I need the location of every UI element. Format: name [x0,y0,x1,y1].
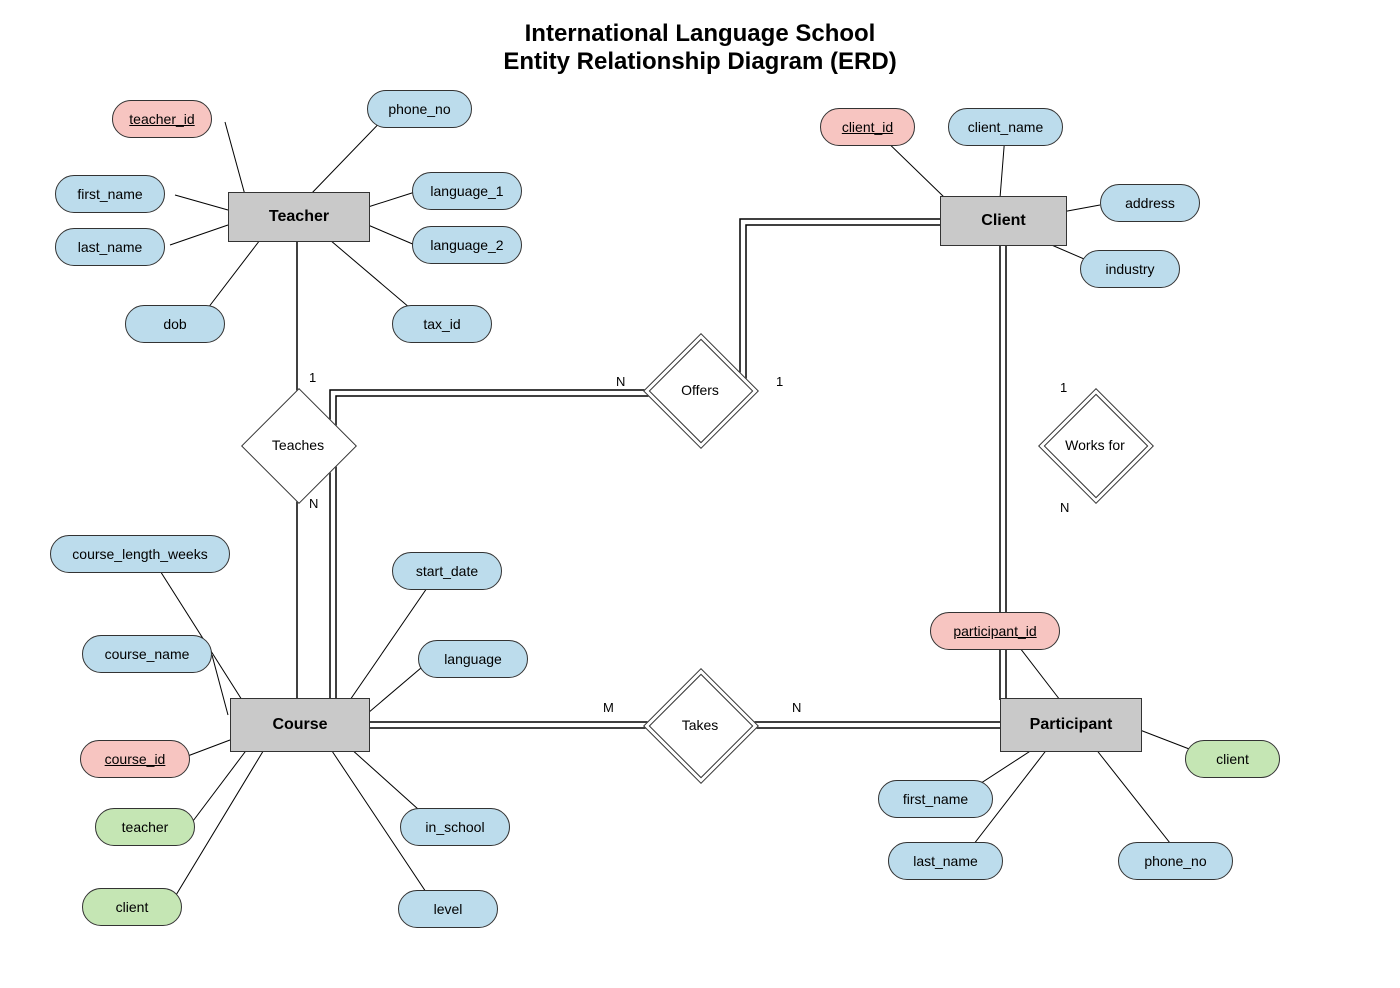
attr-teacher-phone-no: phone_no [367,90,472,128]
relationship-takes: Takes [660,685,740,765]
attr-teacher-dob: dob [125,305,225,343]
cardinality-offers-right: 1 [776,374,783,389]
cardinality-worksfor-bot: N [1060,500,1069,515]
diagram-title-line1: International Language School [0,20,1400,48]
cardinality-takes-right: N [792,700,801,715]
attr-client-address: address [1100,184,1200,222]
entity-course: Course [230,698,370,752]
attr-participant-client: client [1185,740,1280,778]
attr-participant-last-name: last_name [888,842,1003,880]
attr-client-name: client_name [948,108,1063,146]
cardinality-teaches-bottom: N [309,496,318,511]
cardinality-worksfor-top: 1 [1060,380,1067,395]
relationship-offers: Offers [660,350,740,430]
entity-teacher: Teacher [228,192,370,242]
attr-course-level: level [398,890,498,928]
attr-course-teacher: teacher [95,808,195,846]
attr-client-industry: industry [1080,250,1180,288]
attr-course-length-weeks: course_length_weeks [50,535,230,573]
relationship-works-for: Works for [1055,405,1135,485]
attr-course-client: client [82,888,182,926]
attr-course-in-school: in_school [400,808,510,846]
attr-participant-phone-no: phone_no [1118,842,1233,880]
cardinality-teaches-top: 1 [309,370,316,385]
attr-participant-first-name: first_name [878,780,993,818]
attr-teacher-id: teacher_id [112,100,212,138]
diagram-title-line2: Entity Relationship Diagram (ERD) [0,48,1400,76]
cardinality-takes-left: M [603,700,614,715]
attr-teacher-language-1: language_1 [412,172,522,210]
attr-course-id: course_id [80,740,190,778]
attr-course-language: language [418,640,528,678]
relationship-teaches: Teaches [258,405,338,485]
attr-teacher-tax-id: tax_id [392,305,492,343]
cardinality-offers-left: N [616,374,625,389]
attr-course-name: course_name [82,635,212,673]
attr-teacher-last-name: last_name [55,228,165,266]
attr-teacher-language-2: language_2 [412,226,522,264]
attr-teacher-first-name: first_name [55,175,165,213]
attr-client-id: client_id [820,108,915,146]
entity-participant: Participant [1000,698,1142,752]
entity-client: Client [940,196,1067,246]
erd-canvas: International Language School Entity Rel… [0,0,1400,988]
attr-course-start-date: start_date [392,552,502,590]
attr-participant-id: participant_id [930,612,1060,650]
connector-lines [0,0,1400,988]
